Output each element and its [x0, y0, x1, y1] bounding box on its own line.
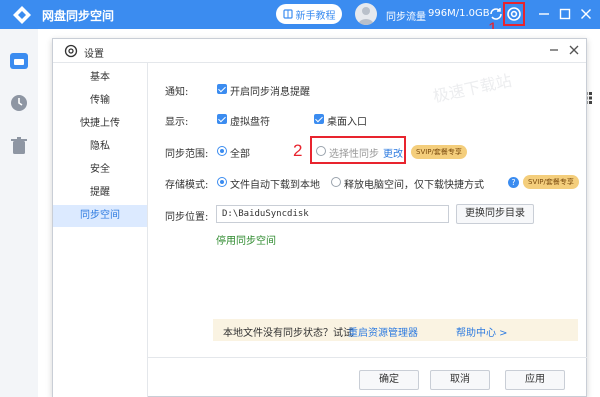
- app-logo-icon: [13, 6, 31, 24]
- dialog-footer: 确定 取消 应用: [148, 357, 587, 397]
- watermark: 极速下载站: [431, 70, 514, 107]
- svip-badge-scope: SVIP/套餐专享: [411, 145, 467, 159]
- virtual-drive-option: 虚拟盘符: [230, 117, 270, 128]
- guide-label: 新手教程: [295, 10, 336, 22]
- virtual-drive-checkbox[interactable]: [217, 114, 227, 124]
- apply-button[interactable]: 应用: [505, 370, 565, 390]
- dialog-minimize-icon[interactable]: [547, 43, 561, 57]
- notify-checkbox[interactable]: [217, 84, 227, 94]
- disable-sync-link[interactable]: 停用同步空间: [216, 232, 276, 247]
- sync-path-field[interactable]: D:\BaiduSyncdisk: [216, 205, 449, 223]
- scope-change-link[interactable]: 更改: [383, 145, 403, 160]
- avatar-image: [358, 7, 374, 25]
- dialog-close-icon[interactable]: [567, 43, 581, 57]
- storage-local-option: 文件自动下载到本地: [230, 180, 320, 191]
- scope-all-option: 全部: [230, 149, 250, 160]
- ok-button[interactable]: 确定: [359, 370, 419, 390]
- settings-gear-icon: [64, 44, 78, 58]
- notify-label: 通知:: [165, 87, 189, 98]
- display-label: 显示:: [165, 117, 189, 128]
- tip-bar: 本地文件没有同步状态？试试 重启资源管理器 帮助中心 >: [213, 319, 578, 341]
- storage-label: 存储模式:: [165, 180, 209, 191]
- scope-selective-radio[interactable]: [316, 146, 326, 156]
- scope-selective-option: 选择性同步: [329, 149, 379, 160]
- avatar[interactable]: [355, 3, 377, 25]
- help-icon[interactable]: ?: [508, 177, 519, 188]
- folder-icon[interactable]: [9, 51, 29, 71]
- settings-nav: 基本 传输 快捷上传 隐私 安全 提醒 同步空间: [53, 63, 148, 397]
- nav-item-security[interactable]: 安全: [53, 159, 147, 181]
- close-icon[interactable]: [578, 6, 594, 22]
- nav-item-reminder[interactable]: 提醒: [53, 182, 147, 204]
- clock-icon[interactable]: [9, 93, 29, 113]
- nav-item-basic[interactable]: 基本: [53, 67, 147, 89]
- book-icon: [282, 9, 293, 19]
- settings-dialog: 设置 基本 传输 快捷上传 隐私 安全 提醒 同步空间 极速下载站 通知: 开启…: [52, 38, 587, 397]
- desktop-entry-option: 桌面入口: [327, 117, 367, 128]
- cancel-button[interactable]: 取消: [430, 370, 490, 390]
- gear-icon[interactable]: [506, 6, 522, 22]
- trash-icon[interactable]: [9, 136, 29, 156]
- nav-item-quick-upload[interactable]: 快捷上传: [53, 113, 147, 135]
- scope-label: 同步范围:: [165, 149, 209, 160]
- nav-item-sync-space[interactable]: 同步空间: [53, 205, 147, 227]
- desktop-entry-checkbox[interactable]: [314, 114, 324, 124]
- help-center-link[interactable]: 帮助中心 >: [456, 324, 508, 339]
- maximize-icon[interactable]: [557, 6, 573, 22]
- storage-free-space-radio[interactable]: [331, 177, 341, 187]
- restart-explorer-link[interactable]: 重启资源管理器: [348, 324, 418, 339]
- nav-item-privacy[interactable]: 隐私: [53, 136, 147, 158]
- tip-text: 本地文件没有同步状态？试试: [223, 328, 353, 339]
- location-label: 同步位置:: [165, 212, 209, 223]
- dialog-header: 设置: [53, 39, 586, 63]
- app-title: 网盘同步空间: [42, 9, 115, 23]
- app-sidebar: [0, 29, 38, 397]
- storage-local-radio[interactable]: [217, 177, 227, 187]
- nav-item-transfer[interactable]: 传输: [53, 90, 147, 112]
- scope-all-radio[interactable]: [217, 146, 227, 156]
- title-bar: 网盘同步空间 新手教程 同步流量 996M/1.0GB 1: [0, 0, 600, 38]
- dialog-title: 设置: [84, 49, 104, 60]
- notify-option: 开启同步消息提醒: [230, 87, 310, 98]
- svip-badge-storage: SVIP/套餐专享: [523, 175, 579, 189]
- annotation-2: 2: [293, 141, 303, 160]
- guide-button[interactable]: 新手教程: [276, 4, 342, 24]
- change-sync-dir-button[interactable]: 更换同步目录: [456, 204, 534, 224]
- storage-free-space-option: 释放电脑空间，仅下载快捷方式: [344, 180, 484, 191]
- sync-flow-value: 996M/1.0GB: [428, 8, 490, 19]
- minimize-icon[interactable]: [536, 6, 552, 22]
- sync-flow-label: 同步流量: [386, 12, 426, 23]
